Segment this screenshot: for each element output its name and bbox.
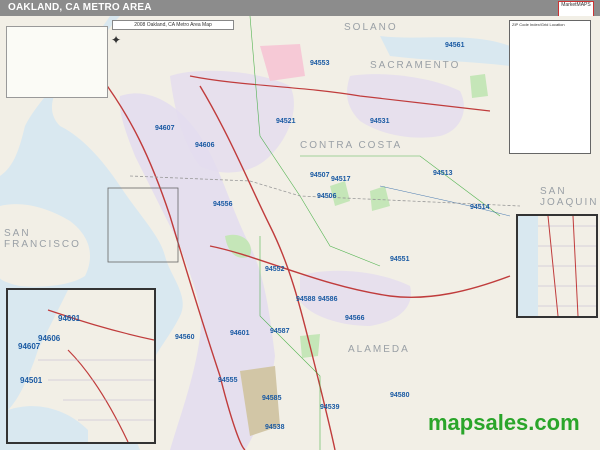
map-title-box: 2008 Oakland, CA Metro Area Map: [112, 20, 234, 30]
inset-zip-label: 94607: [18, 342, 41, 351]
region-label-alameda: ALAMEDA: [348, 344, 410, 355]
region-label-san-francisco: SAN FRANCISCO: [4, 228, 81, 250]
zip-label: 94560: [175, 334, 195, 341]
zip-index-box: ZIP Code Index/Grid Location: [509, 20, 591, 154]
zip-label: 94601: [230, 330, 250, 337]
zip-label: 94585: [262, 395, 282, 402]
zip-label: 94539: [320, 404, 340, 411]
zip-label: 94566: [345, 315, 365, 322]
inset-zip-label: 94601: [58, 314, 81, 323]
region-label-sacramento: SACRAMENTO: [370, 60, 461, 71]
zip-index-title: ZIP Code Index/Grid Location: [512, 22, 565, 27]
zip-label: 94513: [433, 170, 453, 177]
zip-label: 94555: [218, 377, 238, 384]
zip-label: 94587: [270, 328, 290, 335]
zip-label: 94606: [195, 142, 215, 149]
inset-zip-label: 94606: [38, 334, 61, 343]
brand-link[interactable]: mapsales.com: [428, 410, 580, 436]
zip-label: 94507: [310, 172, 330, 179]
zip-label: 94517: [331, 176, 351, 183]
zip-label: 94580: [390, 392, 410, 399]
marketmaps-logo: MarketMAPS: [558, 1, 594, 17]
zip-label: 94538: [265, 424, 285, 431]
region-label-san-joaquin: SAN JOAQUIN: [540, 186, 599, 208]
region-label-contra-costa: CONTRA COSTA: [300, 140, 403, 151]
title-bar: OAKLAND, CA METRO AREA MarketMAPS: [0, 0, 600, 17]
zip-label: 94586: [318, 296, 338, 303]
zip-label: 94607: [155, 125, 175, 132]
inset-map-detail: [516, 214, 598, 318]
compass-rose-icon: ✦: [111, 33, 122, 47]
zip-label: 94514: [470, 204, 490, 211]
map-legend: [6, 26, 108, 98]
zip-label: 94506: [317, 193, 337, 200]
region-label-solano: SOLANO: [344, 22, 398, 33]
zip-label: 94561: [445, 42, 465, 49]
zip-label: 94556: [213, 201, 233, 208]
inset-map-oakland: 94601 94607 94606 94501: [6, 288, 156, 444]
zip-label: 94552: [265, 266, 285, 273]
park-7: [470, 74, 488, 98]
zip-label: 94588: [296, 296, 316, 303]
inset-zip-label: 94501: [20, 376, 43, 385]
inset-left-canvas: [8, 290, 154, 442]
map-title: OAKLAND, CA METRO AREA: [8, 2, 152, 13]
zip-label: 94553: [310, 60, 330, 67]
zip-label: 94551: [390, 256, 410, 263]
zip-label: 94531: [370, 118, 390, 125]
map-frame: OAKLAND, CA METRO AREA MarketMAPS 2008 O…: [0, 0, 600, 450]
inset-right-canvas: [518, 216, 596, 316]
zip-label: 94521: [276, 118, 296, 125]
